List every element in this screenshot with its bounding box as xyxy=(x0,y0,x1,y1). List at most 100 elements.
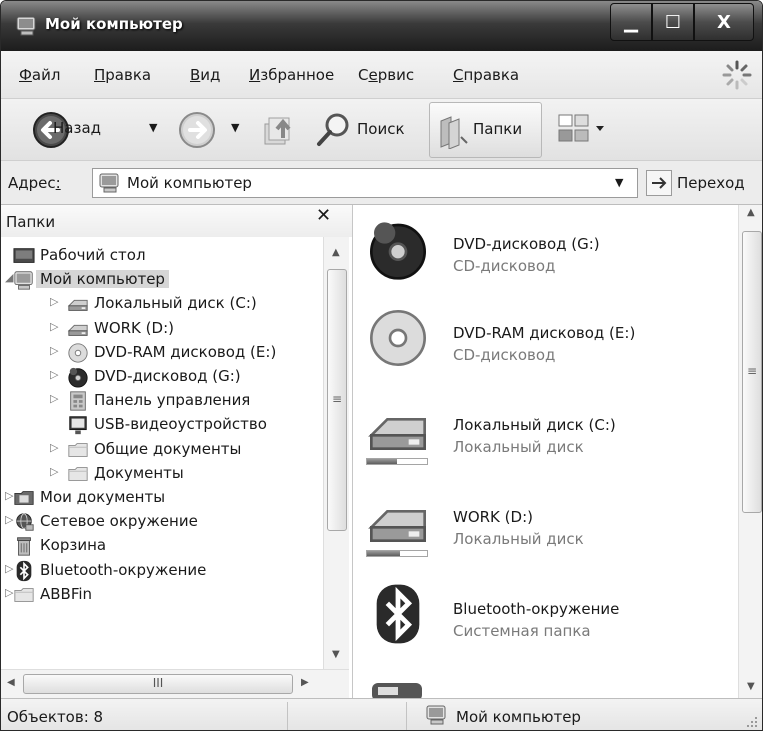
minimize-icon: ▁ xyxy=(624,11,638,33)
drive-type: Локальный диск xyxy=(453,530,584,548)
address-label: Адрес: xyxy=(8,174,61,192)
scroll-up-icon[interactable]: ▲ xyxy=(332,247,340,258)
tree-item[interactable]: ▷ Bluetooth-окружение xyxy=(1,560,321,584)
scroll-thumb[interactable]: ≡ xyxy=(742,231,762,513)
back-label[interactable]: Назад xyxy=(53,119,101,137)
explorer-window: Мой компьютер ▁ ☐ X Файл Правка Вид Избр… xyxy=(0,0,763,731)
tree-item-label: Локальный диск (C:) xyxy=(94,294,257,313)
address-input[interactable]: Мой компьютер ▼ xyxy=(92,168,638,198)
folders-vertical-scrollbar[interactable]: ▲ ≡ ▼ xyxy=(323,237,349,669)
scroll-right-icon[interactable]: ▶ xyxy=(301,677,309,688)
scroll-left-icon[interactable]: ◀ xyxy=(7,677,15,688)
computer-icon xyxy=(16,16,36,36)
minimize-button[interactable]: ▁ xyxy=(610,3,652,41)
expand-toggle-icon[interactable]: ▷ xyxy=(50,368,58,381)
forward-button[interactable] xyxy=(177,110,221,150)
search-label[interactable]: Поиск xyxy=(357,120,405,138)
menu-edit[interactable]: Правка xyxy=(94,66,151,84)
tree-item[interactable]: Корзина xyxy=(1,535,321,559)
tree-item[interactable]: ▷ Сетевое окружение xyxy=(1,511,321,535)
title-bar[interactable]: Мой компьютер ▁ ☐ X xyxy=(1,1,762,51)
drive-type: Локальный диск xyxy=(453,438,584,456)
menu-file[interactable]: Файл xyxy=(19,66,60,84)
drive-type: CD-дисковод xyxy=(453,346,556,364)
status-bar: Объектов: 8 Мой компьютер xyxy=(1,698,762,730)
resize-grip-icon[interactable] xyxy=(745,715,759,729)
menu-tools[interactable]: Сервис xyxy=(358,66,414,84)
folders-pane-header: Папки ✕ xyxy=(1,205,352,237)
maximize-button[interactable]: ☐ xyxy=(652,3,694,41)
tree-item[interactable]: ▷ DVD-дисковод (G:) xyxy=(1,366,321,390)
tree-item-label: USB-видеоустройство xyxy=(94,415,267,434)
cd-drive-icon xyxy=(67,342,89,364)
recycle-bin-icon xyxy=(13,535,35,557)
drive-item[interactable]: Bluetooth-окружение Системная папка xyxy=(354,578,734,670)
folders-horizontal-scrollbar[interactable]: ◀ III ▶ xyxy=(1,669,349,698)
tree-item[interactable]: USB-видеоустройство xyxy=(1,414,321,438)
tree-item-label: Документы xyxy=(94,463,184,482)
tree-item[interactable]: ▷ Локальный диск (C:) xyxy=(1,293,321,317)
tree-item-label: Общие документы xyxy=(94,439,242,458)
scroll-thumb[interactable]: ≡ xyxy=(327,269,347,531)
drive-item[interactable]: WORK (D:) Локальный диск xyxy=(354,486,734,578)
tree-item[interactable]: ▷ Общие документы xyxy=(1,439,321,463)
menu-view[interactable]: Вид xyxy=(190,66,220,84)
expand-toggle-icon[interactable]: ▷ xyxy=(50,320,58,333)
tree-item[interactable]: ▷ Панель управления xyxy=(1,390,321,414)
scroll-down-icon[interactable]: ▼ xyxy=(747,681,755,692)
expand-toggle-icon[interactable]: ▷ xyxy=(50,295,58,308)
usb-video-icon xyxy=(67,414,89,436)
usb-video-icon xyxy=(368,677,430,698)
scroll-up-icon[interactable]: ▲ xyxy=(747,207,755,218)
folders-icon xyxy=(440,116,468,149)
tree-item[interactable]: Рабочий стол xyxy=(1,245,321,269)
tree-item-label: Мой компьютер xyxy=(36,270,169,289)
scroll-thumb[interactable]: III xyxy=(23,674,293,694)
search-button[interactable] xyxy=(313,110,353,150)
expand-toggle-icon[interactable]: ▷ xyxy=(50,344,58,357)
tree-item[interactable]: ▷ WORK (D:) xyxy=(1,318,321,342)
menu-bar: Файл Правка Вид Избранное Сервис Справка xyxy=(1,51,762,99)
window-title: Мой компьютер xyxy=(45,15,183,33)
tree-item[interactable]: ▷ ABBFin xyxy=(1,584,321,608)
expand-toggle-icon[interactable]: ▷ xyxy=(50,392,58,405)
dvd-drive-icon xyxy=(67,366,89,388)
expand-toggle-icon[interactable]: ▷ xyxy=(50,465,58,478)
folder-up-icon xyxy=(264,117,291,145)
expand-toggle-icon[interactable]: ▷ xyxy=(50,441,58,454)
go-label[interactable]: Переход xyxy=(677,174,745,192)
views-button[interactable] xyxy=(556,112,616,146)
close-pane-icon[interactable]: ✕ xyxy=(316,205,331,226)
bluetooth-icon xyxy=(366,582,438,654)
address-dropdown[interactable]: ▼ xyxy=(615,176,623,189)
content-pane: DVD-дисковод (G:) CD-дисковод DVD-RAM диск… xyxy=(354,205,762,698)
bluetooth-icon xyxy=(13,560,35,582)
folders-pane-title: Папки xyxy=(6,213,56,231)
tree-item[interactable]: ▷ Документы xyxy=(1,463,321,487)
folder-icon xyxy=(67,463,89,485)
tree-item[interactable]: ▷ DVD-RAM дисковод (E:) xyxy=(1,342,321,366)
back-history-dropdown[interactable]: ▼ xyxy=(149,121,157,134)
up-folder-button[interactable] xyxy=(259,110,299,150)
scroll-down-icon[interactable]: ▼ xyxy=(332,649,340,660)
forward-history-dropdown[interactable]: ▼ xyxy=(231,121,239,134)
tree-item[interactable]: ▷ Мои документы xyxy=(1,487,321,511)
go-button[interactable] xyxy=(646,170,672,196)
drive-name: WORK (D:) xyxy=(453,508,533,526)
content-vertical-scrollbar[interactable]: ▲ ≡ ▼ xyxy=(738,205,762,698)
tree-item[interactable]: ◢ Мой компьютер xyxy=(1,269,321,293)
drive-item[interactable]: DVD-RAM дисковод (E:) CD-дисковод xyxy=(354,302,734,394)
drive-name: DVD-дисковод (G:) xyxy=(453,235,600,253)
hard-drive-icon xyxy=(67,293,89,315)
folders-label[interactable]: Папки xyxy=(473,120,522,138)
status-location: Мой компьютер xyxy=(456,708,581,726)
drive-item[interactable]: DVD-дисковод (G:) CD-дисковод xyxy=(354,213,734,305)
menu-favorites[interactable]: Избранное xyxy=(249,66,334,84)
close-button[interactable]: X xyxy=(694,3,754,41)
cd-drive-icon xyxy=(366,306,438,378)
drive-item[interactable]: Локальный диск (C:) Локальный диск xyxy=(354,394,734,486)
views-icon xyxy=(558,114,604,142)
tree-item-label: DVD-дисковод (G:) xyxy=(94,367,241,385)
menu-help[interactable]: Справка xyxy=(453,66,519,84)
drive-name: DVD-RAM дисковод (E:) xyxy=(453,324,636,342)
